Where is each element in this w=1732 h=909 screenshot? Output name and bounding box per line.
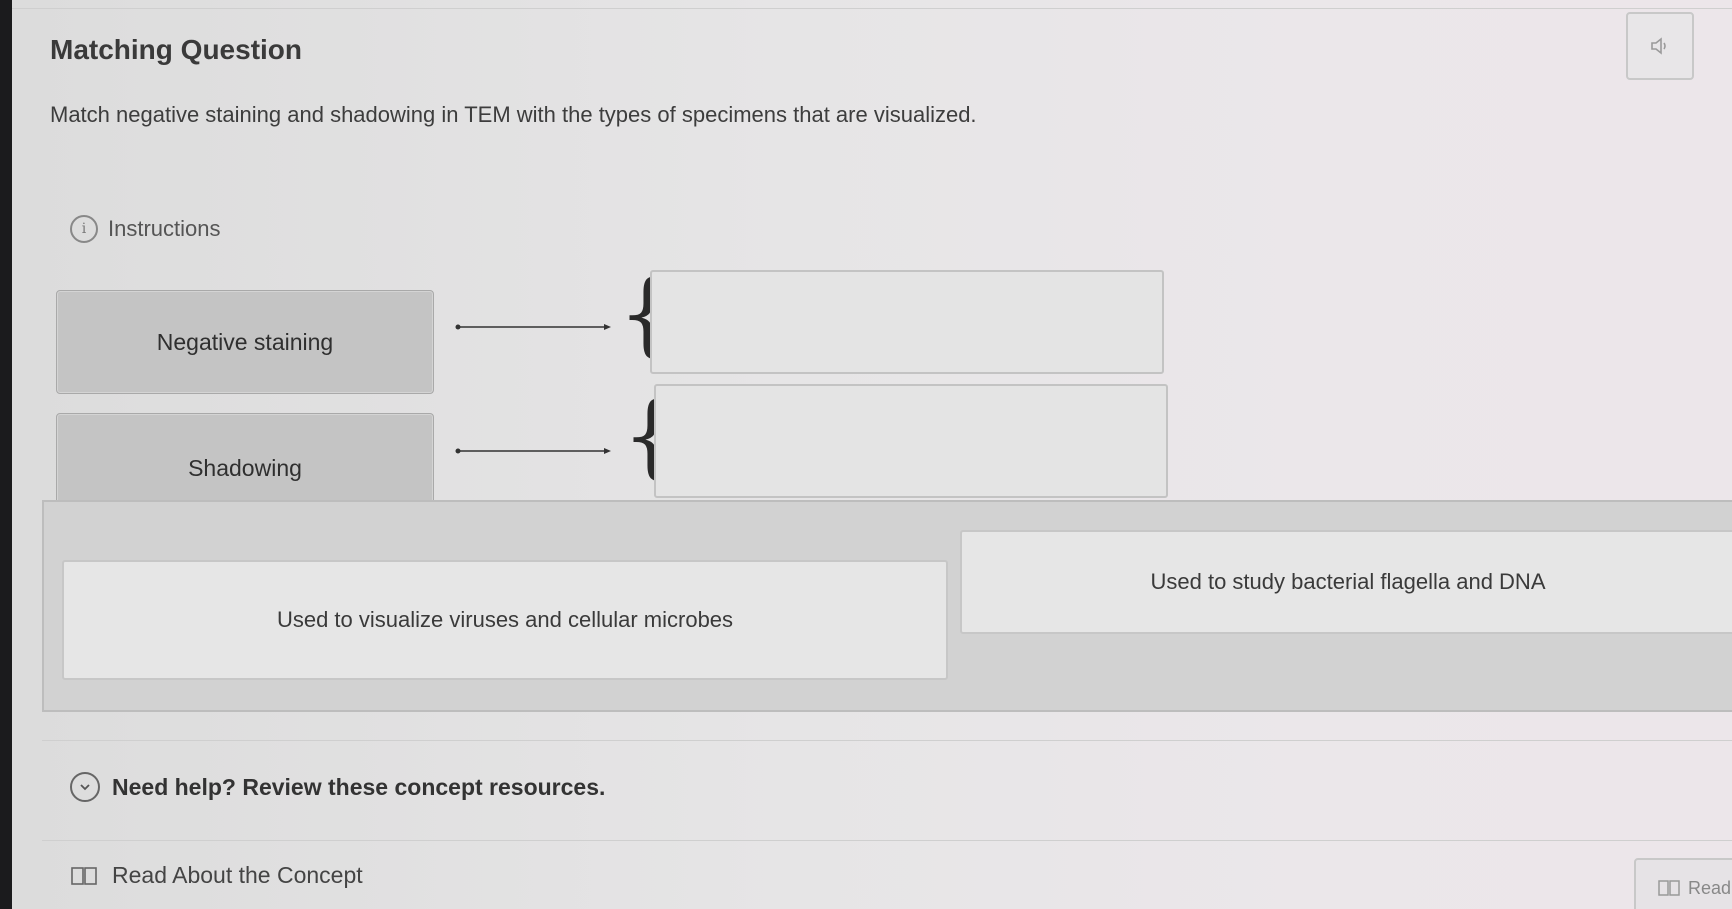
instructions-label: Instructions [108,216,221,241]
read-button[interactable]: Read [1634,858,1732,909]
answer-label: Used to study bacterial flagella and DNA [1150,569,1546,594]
audio-button[interactable] [1626,12,1694,80]
page-title: Matching Question [50,34,302,65]
term-negative-staining: Negative staining [56,290,434,394]
drop-zone[interactable] [650,270,1164,374]
divider [42,840,1732,841]
connector-line [455,448,611,454]
term-label: Negative staining [156,328,334,355]
read-button-label: Read [1688,877,1732,898]
speaker-icon [1651,37,1666,55]
book-icon [71,866,97,885]
chevron-down-icon [70,772,100,802]
connector-line [455,324,611,330]
answer-label: Used to visualize viruses and cellular m… [276,607,734,632]
term-label: Shadowing [188,454,302,481]
top-divider [12,8,1732,9]
answer-choice[interactable]: Used to visualize viruses and cellular m… [62,560,948,680]
question-page: Matching Question Match negative stainin… [12,0,1732,909]
answer-choice[interactable]: Used to study bacterial flagella and DNA [960,530,1732,634]
help-label: Need help? Review these concept resource… [112,773,606,800]
read-label: Read About the Concept [112,862,363,888]
read-concept-link[interactable]: Read About the Concept [70,862,363,889]
book-icon [1658,880,1680,896]
instructions-toggle[interactable]: i Instructions [70,215,221,243]
question-prompt: Match negative staining and shadowing in… [50,102,977,127]
info-icon: i [70,215,98,243]
divider [42,740,1732,741]
drop-zone[interactable] [654,384,1168,498]
help-toggle[interactable]: Need help? Review these concept resource… [70,772,605,802]
